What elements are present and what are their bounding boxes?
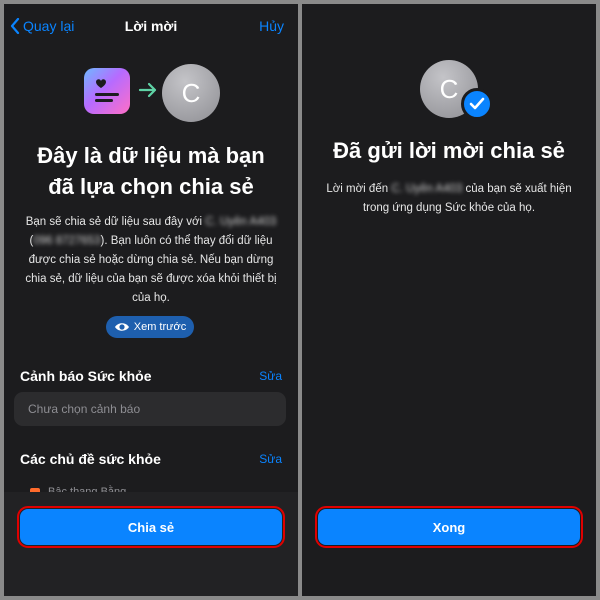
page-title: Lời mời: [124, 18, 178, 34]
health-topics-section: Các chủ đề sức khỏe Sửa: [20, 449, 282, 469]
avatar: C: [162, 64, 220, 122]
recipient-name: C. Uyên A403: [205, 216, 277, 228]
headline-line-2: đã lựa chọn chia sẻ: [48, 174, 254, 199]
checkmark-badge-icon: [461, 88, 493, 120]
preview-label: Xem trước: [133, 321, 187, 333]
edit-alert-link[interactable]: Sửa: [259, 369, 282, 383]
alert-selection-field[interactable]: Chưa chọn cảnh báo: [14, 392, 286, 426]
headline: Đây là dữ liệu mà bạn đã lựa chọn chia s…: [14, 140, 288, 202]
health-alert-section: Cảnh báo Sức khỏe Sửa: [20, 366, 282, 386]
section-title: Các chủ đề sức khỏe: [20, 451, 161, 467]
section-title: Cảnh báo Sức khỏe: [20, 368, 152, 384]
eye-icon: [114, 323, 129, 331]
health-data-icon: [84, 68, 130, 114]
description-part-1: Bạn sẽ chia sẻ dữ liệu sau đây với: [25, 216, 203, 228]
share-hero-graphic: C: [4, 64, 298, 128]
description-part-1: Lời mời đến: [326, 183, 389, 195]
headline-line-1: Đây là dữ liệu mà bạn: [37, 143, 265, 168]
sent-description: Lời mời đến C. Uyên A403 của bạn sẽ xuất…: [316, 180, 582, 218]
share-description: Bạn sẽ chia sẻ dữ liệu sau đây với C. Uy…: [25, 216, 277, 304]
share-button[interactable]: Chia sẻ: [17, 506, 285, 548]
edit-topics-link[interactable]: Sửa: [259, 452, 282, 466]
done-button[interactable]: Xong: [315, 506, 583, 548]
nav-bar: Quay lại Lời mời Hủy: [4, 16, 298, 40]
invite-sent-screen: C Đã gửi lời mời chia sẻ Lời mời đến C. …: [302, 4, 596, 596]
cancel-button[interactable]: Hủy: [259, 18, 284, 34]
preview-button[interactable]: Xem trước: [106, 316, 194, 338]
recipient-phone: 096 8727653: [33, 235, 101, 247]
headline: Đã gửi lời mời chia sẻ: [333, 138, 565, 163]
invite-review-screen: Quay lại Lời mời Hủy C Đây là dữ liệu mà…: [4, 4, 298, 596]
recipient-name: C. Uyên A403: [391, 183, 463, 195]
arrow-right-icon: [138, 82, 157, 98]
